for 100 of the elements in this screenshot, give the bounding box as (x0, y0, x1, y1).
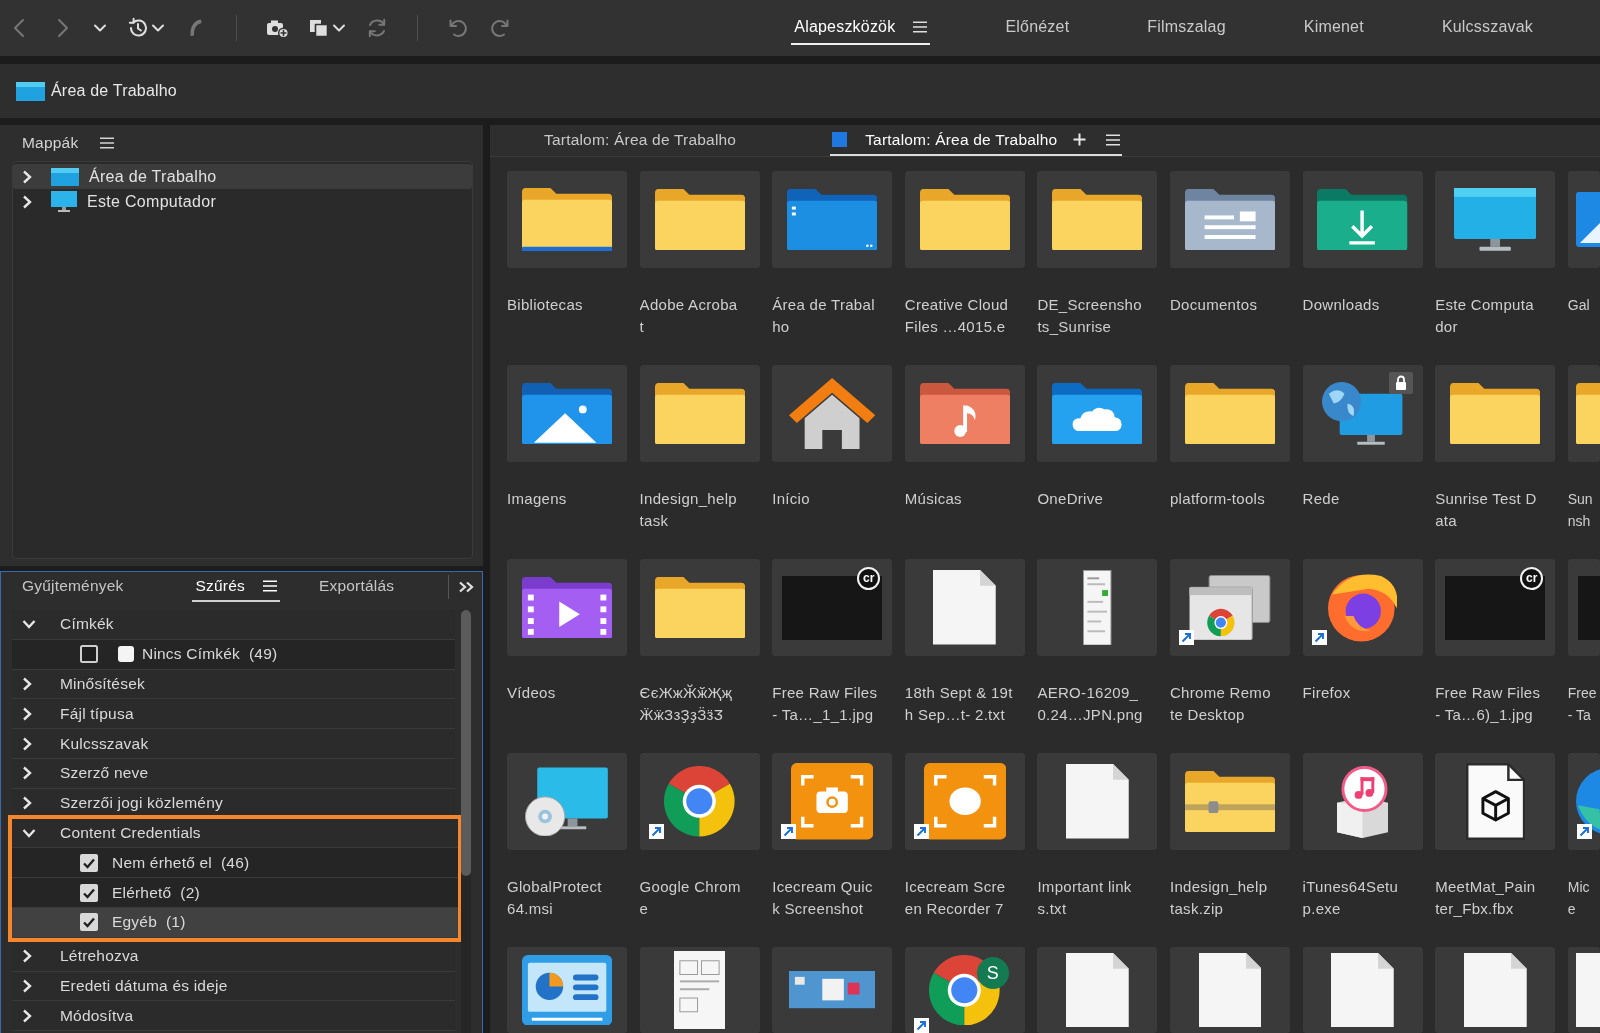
thumbnail-tile[interactable] (1435, 171, 1556, 268)
chevron-right-icon[interactable] (22, 766, 32, 781)
thumbnail-tile[interactable] (1567, 559, 1600, 656)
menu-icon[interactable] (913, 21, 928, 33)
thumbnail-tile[interactable] (639, 365, 760, 462)
workspace-tab[interactable]: Filmszalag (1144, 11, 1229, 45)
chevron-right-icon[interactable] (22, 169, 32, 184)
panel-tab[interactable]: Gyűjtemények (19, 572, 127, 602)
content-tab[interactable]: Tartalom: Área de Trabalho (542, 125, 739, 156)
chevron-down-icon[interactable] (22, 827, 36, 838)
thumbnail-tile[interactable] (507, 171, 627, 268)
checkbox[interactable] (80, 913, 98, 932)
tree-item[interactable]: Área de Trabalho (13, 164, 472, 189)
menu-icon[interactable] (100, 137, 115, 149)
content-tab[interactable]: Tartalom: Área de Trabalho (830, 125, 1123, 156)
checkbox[interactable] (80, 645, 98, 664)
thumbnail-tile[interactable] (1037, 171, 1158, 268)
thumbnail-tile[interactable] (639, 753, 760, 850)
chevron-right-icon[interactable] (22, 1008, 32, 1023)
thumbnail-tile[interactable] (1302, 365, 1423, 462)
chevron-right-icon[interactable] (22, 796, 32, 811)
chevron-down-icon[interactable] (22, 619, 36, 630)
file-name: Free Raw Files - Ta…6)_1.jpg (1435, 683, 1541, 725)
double-chevron-icon[interactable] (458, 581, 474, 593)
checkbox[interactable] (80, 883, 98, 902)
file-name: Creative Cloud Files …4015.e (904, 295, 1009, 337)
thumbnail-tile[interactable] (639, 171, 760, 268)
thumbnail-tile[interactable] (1567, 753, 1600, 850)
chevron-right-icon[interactable] (22, 706, 32, 721)
workspace-tab[interactable]: Kulcsszavak (1438, 11, 1536, 45)
chevron-right-icon[interactable] (22, 978, 32, 993)
thumbnail-tile[interactable] (1567, 947, 1600, 1033)
scrollbar-thumb[interactable] (461, 610, 471, 876)
thumbnail-tile[interactable] (1567, 365, 1600, 462)
panel-tab[interactable]: Mappák (22, 134, 79, 152)
thumbnail-tile[interactable] (772, 753, 893, 850)
thumbnail-tile[interactable] (904, 171, 1025, 268)
panel-tab[interactable]: Exportálás (315, 572, 398, 602)
music-box-icon (1337, 765, 1389, 838)
file-name: Downloads (1302, 295, 1380, 315)
thumbnail-tile[interactable] (639, 559, 760, 656)
chevron-right-icon[interactable] (22, 194, 32, 209)
filter-option[interactable]: Elérhető (2) (12, 878, 458, 908)
thumbnail-tile[interactable] (1037, 947, 1158, 1033)
thumbnail-tile[interactable] (904, 365, 1025, 462)
filter-option[interactable]: Nincs Címkék (49) (12, 639, 455, 670)
workspace-tab[interactable]: Alapeszközök (791, 11, 931, 45)
document-icon (1463, 952, 1527, 1028)
thumbnail-tile[interactable] (1037, 753, 1158, 850)
thumbnail-tile[interactable] (1169, 753, 1290, 850)
file-name: Adobe Acroba t (639, 295, 738, 337)
thumbnail-tile[interactable] (772, 947, 893, 1033)
thumbnail-tile[interactable] (1302, 947, 1423, 1033)
thumbnail-tile[interactable] (1435, 753, 1556, 850)
thumbnail-tile[interactable] (1435, 947, 1556, 1033)
filter-option[interactable]: Nem érhető el (46) (12, 848, 458, 879)
thumbnail-tile[interactable] (1037, 559, 1158, 656)
workspace-tab[interactable]: Előnézet (1002, 11, 1073, 45)
thumbnail-tile[interactable] (772, 171, 893, 268)
thumbnail-tile[interactable] (1302, 753, 1423, 850)
cube-file-icon (1465, 763, 1525, 840)
thumbnail-tile[interactable] (1302, 171, 1423, 268)
thumbnail-tile[interactable] (1567, 171, 1600, 268)
tree-item[interactable]: Este Computador (13, 189, 472, 214)
gallery-icon (1575, 192, 1600, 247)
file-name: Este Computa dor (1435, 295, 1534, 337)
file-name: ЄєЖжӁӂҖҗ ӜӝЗзҘҙӞӟӠ (639, 683, 733, 725)
workspace-tab[interactable]: Kimenet (1300, 11, 1367, 45)
thumbnail-tile[interactable] (507, 365, 627, 462)
thumbnail-tile[interactable] (1169, 559, 1290, 656)
checkbox[interactable] (80, 853, 98, 872)
monitor-icon (1454, 188, 1537, 251)
folder-icon (1450, 382, 1541, 445)
thumbnail-tile[interactable] (1302, 559, 1423, 656)
thumbnail-tile[interactable] (1169, 947, 1290, 1033)
thumbnail-tile[interactable] (639, 947, 760, 1033)
thumbnail-tile[interactable] (1169, 171, 1290, 268)
thumbnail-tile[interactable] (1435, 365, 1556, 462)
menu-icon[interactable] (1106, 133, 1121, 146)
thumbnail-tile[interactable] (507, 947, 627, 1033)
history-icon[interactable] (126, 16, 150, 40)
thumbnail-tile[interactable]: cr (1435, 559, 1556, 656)
thumbnail-tile[interactable] (1037, 365, 1158, 462)
filter-option[interactable]: Egyéb (1) (12, 907, 458, 938)
thumbnail-tile[interactable] (507, 559, 627, 656)
thumbnail-tile[interactable] (507, 753, 627, 850)
panel-tab[interactable]: Szűrés (192, 572, 280, 602)
thumbnail-tile[interactable] (904, 559, 1025, 656)
file-name: iTunes64Setu p.exe (1302, 877, 1399, 919)
thumbnail-tile[interactable] (904, 753, 1025, 850)
folder-icon (1575, 382, 1600, 445)
path-segment[interactable]: Área de Trabalho (51, 82, 177, 100)
thumbnail-tile[interactable]: cr (772, 559, 893, 656)
thumbnail-tile[interactable] (1169, 365, 1290, 462)
chevron-right-icon[interactable] (22, 949, 32, 964)
plus-icon[interactable] (1073, 133, 1087, 146)
chevron-right-icon[interactable] (22, 677, 32, 691)
chevron-right-icon[interactable] (22, 736, 32, 751)
thumbnail-tile[interactable] (772, 365, 893, 462)
thumbnail-tile[interactable]: S (904, 947, 1025, 1033)
